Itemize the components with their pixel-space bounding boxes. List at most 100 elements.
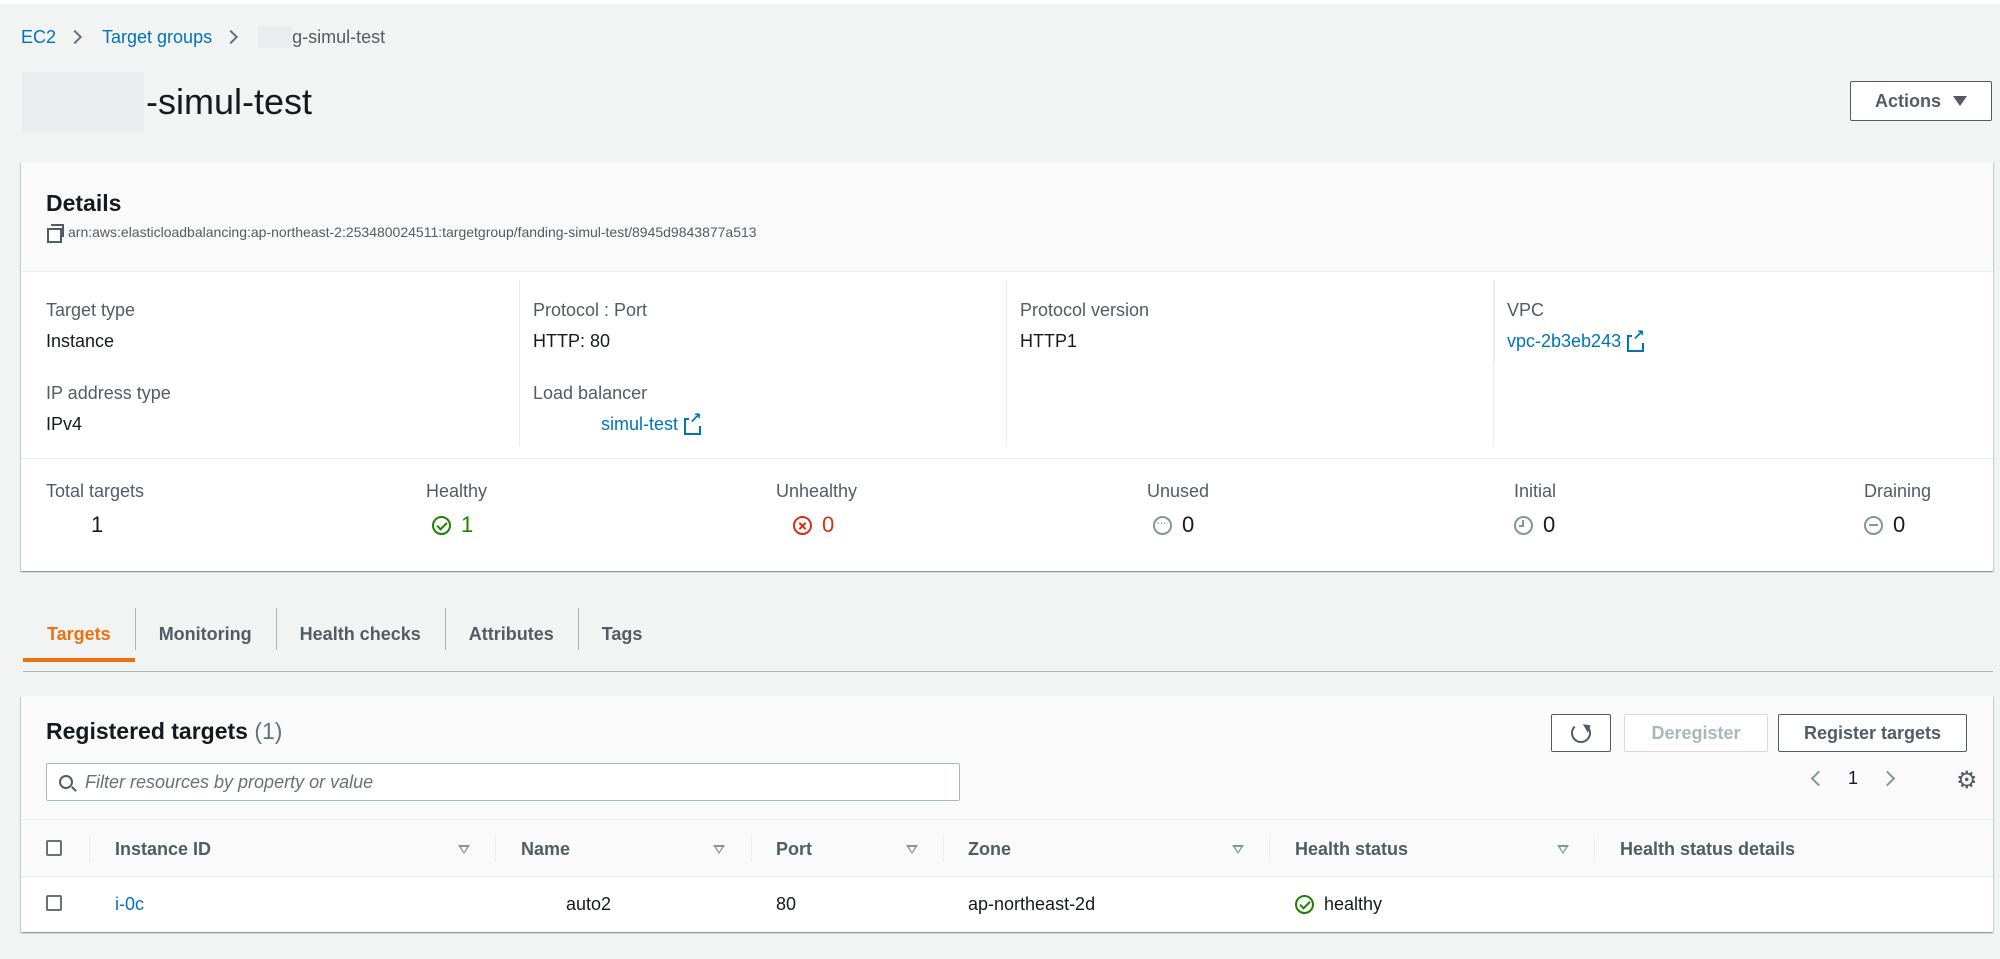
count-total: Total targets 1 [46,481,144,538]
column-divider [751,836,752,862]
count-healthy-value: 1 [461,512,474,537]
caret-down-icon [1953,96,1967,106]
chevron-right-icon [67,29,83,45]
registered-targets-panel: Registered targets (1) Deregister Regist… [21,696,1993,932]
count-unhealthy-value-row: 0 [776,512,857,538]
table-header: Instance ID Name Port Zone Health status… [21,819,1993,877]
breadcrumb-current: g-simul-test [292,26,386,47]
gear-icon[interactable]: ⚙ [1956,769,1978,793]
redacted-block [258,26,293,48]
row-health-status-text: healthy [1324,894,1383,914]
status-positive-icon [1295,895,1314,914]
column-divider [495,836,496,862]
table-row: i-0c auto2 80 ap-northeast-2d healthy [21,877,1993,932]
column-divider [1269,836,1270,862]
breadcrumb-ec2[interactable]: EC2 [21,27,56,48]
count-healthy-value-row: 1 [426,512,487,538]
refresh-button[interactable] [1551,714,1611,752]
protocol-port: Protocol : Port HTTP: 80 [533,300,647,352]
row-checkbox[interactable] [46,895,62,911]
minus-circle-icon [1864,515,1883,535]
sort-icon[interactable] [458,845,470,854]
sort-icon[interactable] [1557,845,1569,854]
row-instance-id[interactable]: i-0c [115,877,144,932]
status-positive-icon [432,515,451,535]
vpc-link-text: vpc-2b3eb243 [1507,331,1622,351]
sort-icon[interactable] [1232,845,1244,854]
column-zone[interactable]: Zone [968,820,1011,878]
row-health-status: healthy [1295,877,1382,932]
vpc-label: VPC [1507,300,1545,320]
tab-health-checks[interactable]: Health checks [275,606,445,662]
count-unused-label: Unused [1147,481,1210,501]
ip-address-type: IP address type IPv4 [46,383,171,435]
target-type-label: Target type [46,300,136,320]
vpc: VPC vpc-2b3eb243 [1507,300,1645,352]
tab-tags[interactable]: Tags [577,606,667,662]
protocol-port-label: Protocol : Port [533,300,648,320]
arn-text: arn:aws:elasticloadbalancing:ap-northeas… [68,224,757,240]
count-draining-value: 0 [1893,512,1906,537]
protocol-version-value: HTTP1 [1020,331,1078,351]
column-port[interactable]: Port [776,820,812,878]
count-initial-value-row: 0 [1514,512,1556,538]
deregister-button[interactable]: Deregister [1624,714,1768,752]
clock-icon [1514,515,1533,535]
count-total-value: 1 [91,512,104,537]
count-unused-value: 0 [1182,512,1195,537]
refresh-icon [1571,723,1591,743]
select-all-checkbox[interactable] [46,840,62,856]
status-negative-icon [793,515,812,535]
sort-icon[interactable] [713,845,725,854]
count-unhealthy: Unhealthy 0 [776,481,857,538]
vpc-value: vpc-2b3eb243 [1507,328,1645,352]
details-column-4 [1494,280,1495,362]
chevron-right-icon[interactable] [1879,770,1896,787]
load-balancer-label: Load balancer [533,383,648,403]
count-draining-value-row: 0 [1864,512,1931,538]
search-icon [59,775,73,789]
registered-targets-count: (1) [254,718,283,744]
count-unused-value-row: 0 [1147,512,1209,538]
column-health-status[interactable]: Health status [1295,820,1408,878]
breadcrumb-target-groups[interactable]: Target groups [102,27,212,48]
actions-button[interactable]: Actions [1850,81,1992,121]
row-name: auto2 [566,894,612,914]
target-type: Target type Instance [46,300,135,352]
tab-targets[interactable]: Targets [23,606,135,662]
page-title-text: -simul-test [146,81,313,122]
sort-icon[interactable] [906,845,918,854]
count-initial-value: 0 [1543,512,1556,537]
chevron-right-icon [224,29,239,45]
count-healthy-label: Healthy [426,481,488,501]
count-draining: Draining 0 [1864,481,1931,538]
ip-address-type-label: IP address type [46,383,171,403]
register-targets-button[interactable]: Register targets [1778,714,1967,752]
tab-monitoring[interactable]: Monitoring [134,606,276,662]
chevron-left-icon[interactable] [1810,770,1827,787]
load-balancer-link[interactable]: simul-test [601,411,702,435]
protocol-version: Protocol version HTTP1 [1020,300,1149,352]
registered-targets-title: Registered targets (1) [46,718,282,745]
protocol-version-label: Protocol version [1020,300,1150,320]
column-divider [89,836,90,862]
copy-icon[interactable] [46,223,64,243]
details-header: Details arn:aws:elasticloadbalancing:ap-… [21,162,1993,272]
count-initial: Initial 0 [1514,481,1556,538]
count-draining-label: Draining [1864,481,1932,501]
protocol-port-value: HTTP: 80 [533,331,611,351]
external-link-icon [684,411,702,435]
details-title: Details [46,190,122,216]
column-name[interactable]: Name [521,820,570,878]
current-page[interactable]: 1 [1848,768,1858,789]
vpc-link[interactable]: vpc-2b3eb243 [1507,328,1645,352]
filter-input[interactable] [85,771,935,793]
column-health-status-details[interactable]: Health status details [1620,820,1795,878]
column-instance-id[interactable]: Instance ID [115,820,211,878]
row-zone: ap-northeast-2d [968,894,1096,914]
page-title: -simul-test [22,72,312,132]
ip-address-type-value: IPv4 [46,414,83,434]
target-counts: Total targets 1 Healthy 1 Unhealthy 0 Un… [21,458,1993,571]
tab-attributes[interactable]: Attributes [444,606,578,662]
target-type-value: Instance [46,331,115,351]
